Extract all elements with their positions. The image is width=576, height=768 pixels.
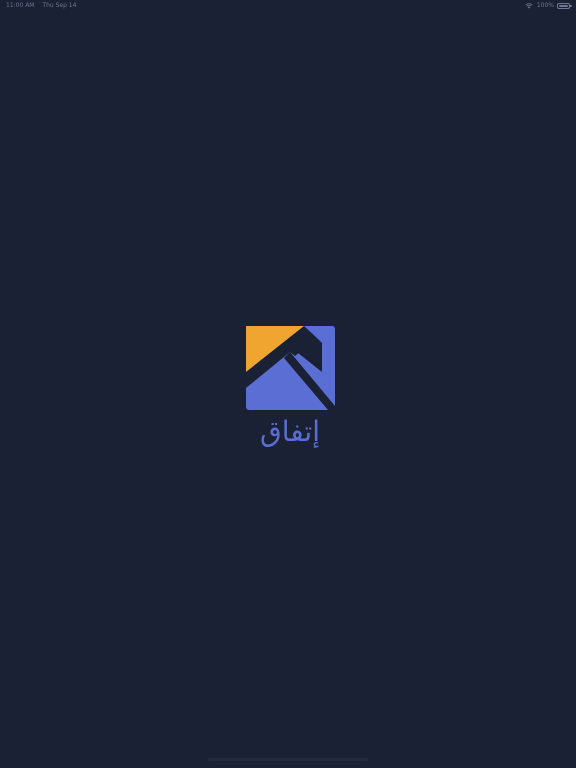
status-time: 11:00 AM	[6, 2, 35, 9]
status-left: 11:00 AM Thu Sep 14	[6, 2, 82, 9]
battery-fill	[559, 4, 568, 7]
app-name: إتفاق	[260, 415, 320, 448]
status-bar: 11:00 AM Thu Sep 14 100%	[0, 0, 576, 12]
wifi-icon	[525, 2, 533, 8]
house-roof-logo-icon	[246, 326, 335, 410]
battery-icon	[557, 2, 572, 9]
home-indicator	[208, 758, 368, 761]
splash-screen: 11:00 AM Thu Sep 14 100% إتفاق	[0, 0, 576, 768]
status-date: Thu Sep 14	[42, 2, 77, 9]
battery-percent: 100%	[536, 2, 554, 9]
status-right: 100%	[525, 2, 572, 9]
